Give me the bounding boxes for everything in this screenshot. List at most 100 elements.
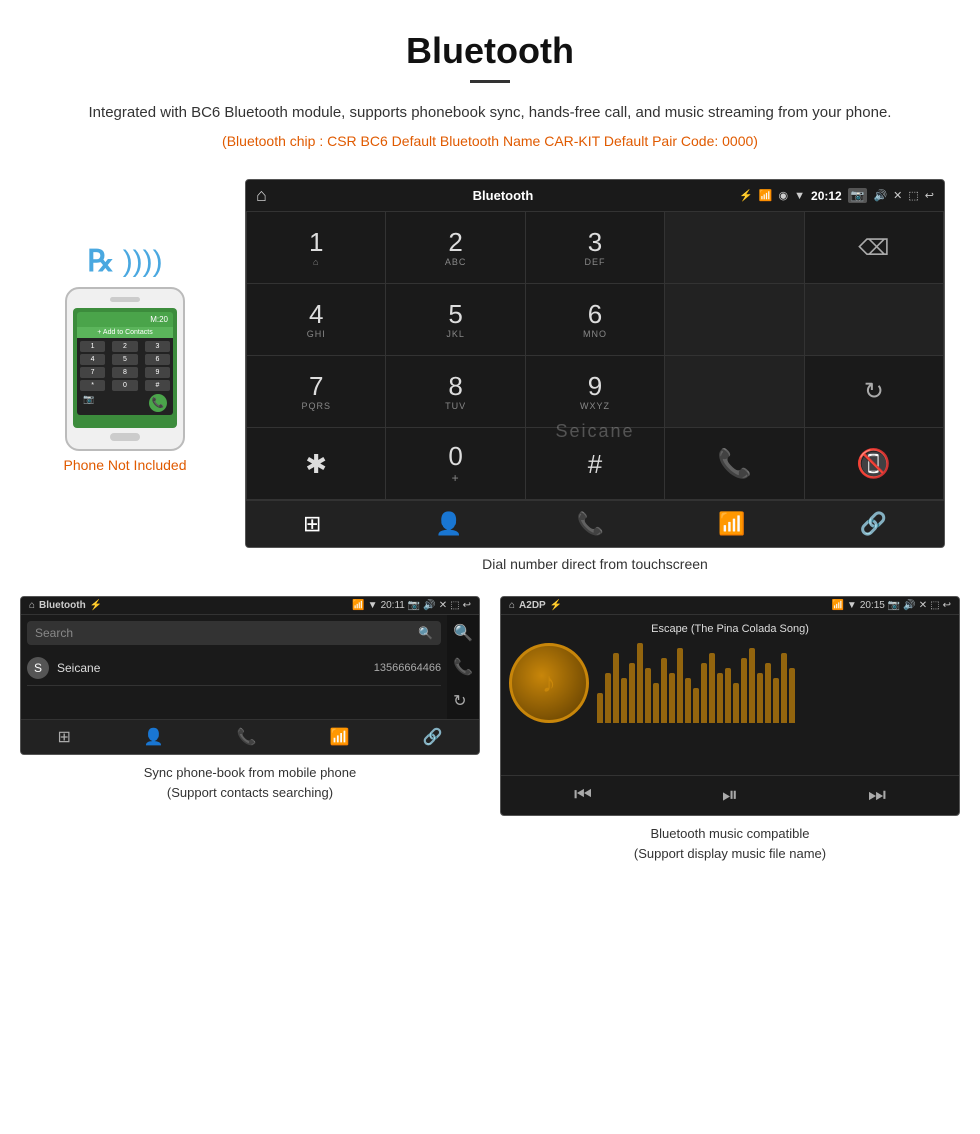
dial-key-7[interactable]: 7 PQRS <box>247 356 386 428</box>
dial-key-9[interactable]: 9 WXYZ <box>526 356 665 428</box>
phone-key-1: 1 <box>80 341 105 352</box>
left-phone-section: ℞ )))) M:20 + Add to Contacts 1 2 3 4 <box>20 179 230 473</box>
music-section: ⌂ A2DP ⚡ 📶 ▼ 20:15 📷 🔊 ✕ ⬚ ↩ Escape (The <box>500 596 960 863</box>
phone-key-hash: # <box>145 380 170 391</box>
phonebook-bottom-nav: ⊞ 👤 📞 📶 🔗 <box>21 719 479 754</box>
phone-key-4: 4 <box>80 354 105 365</box>
phone-key-6: 6 <box>145 354 170 365</box>
dial-key-3[interactable]: 3 DEF <box>526 212 665 284</box>
dial-key-star[interactable]: ✱ <box>247 428 386 500</box>
dial-empty-2 <box>665 284 804 356</box>
page-title: Bluetooth <box>60 30 920 72</box>
contact-avatar: S <box>27 657 49 679</box>
pb-back-icon: ↩ <box>463 600 471 611</box>
phone-speaker <box>110 297 140 302</box>
nav-phone-icon[interactable]: 📞 <box>577 511 604 537</box>
phonebook-side-icons: 🔍 📞 ↻ <box>447 615 479 719</box>
play-pause-icon[interactable]: ⏯ <box>722 784 738 807</box>
dial-key-4[interactable]: 4 GHI <box>247 284 386 356</box>
contact-name: Seicane <box>57 661 374 675</box>
dial-hangup[interactable]: 📵 <box>805 428 944 500</box>
phonebook-section: ⌂ Bluetooth ⚡ 📶 ▼ 20:11 📷 🔊 ✕ ⬚ ↩ <box>20 596 480 863</box>
dial-key-hash[interactable]: # <box>526 428 665 500</box>
main-content: ℞ )))) M:20 + Add to Contacts 1 2 3 4 <box>0 179 980 586</box>
pb-nav-bt[interactable]: 📶 <box>330 727 350 747</box>
music-camera-icon: 📷 <box>888 600 900 611</box>
phone-key-star: * <box>80 380 105 391</box>
phone-mockup: M:20 + Add to Contacts 1 2 3 4 5 6 <box>65 287 185 451</box>
time-display: 20:12 <box>811 189 842 203</box>
music-wifi-icon: ▼ <box>847 600 857 611</box>
phone-key-9: 9 <box>145 367 170 378</box>
pb-side-search-icon[interactable]: 🔍 <box>453 623 473 643</box>
bottom-screenshots: ⌂ Bluetooth ⚡ 📶 ▼ 20:11 📷 🔊 ✕ ⬚ ↩ <box>0 596 980 863</box>
bt-waves: ℞ )))) <box>87 244 162 279</box>
phone-key-7: 7 <box>80 367 105 378</box>
dial-key-2[interactable]: 2 ABC <box>386 212 525 284</box>
pb-nav-link[interactable]: 🔗 <box>423 727 443 747</box>
dial-call[interactable]: 📞 <box>665 428 804 500</box>
bt-status-icon: 📶 <box>759 189 773 202</box>
dial-key-5[interactable]: 5 JKL <box>386 284 525 356</box>
pb-side-refresh-icon[interactable]: ↻ <box>453 691 473 711</box>
music-bt-icon: 📶 <box>831 600 843 611</box>
dial-caption: Dial number direct from touchscreen <box>482 556 708 572</box>
nav-link-icon[interactable]: 🔗 <box>860 511 887 537</box>
equalizer-visual <box>597 643 951 723</box>
usb-icon: ⚡ <box>739 189 753 202</box>
screen-title: Bluetooth <box>473 188 534 203</box>
contact-number: 13566664466 <box>374 662 441 674</box>
music-close-icon: ✕ <box>919 600 927 611</box>
dial-key-6[interactable]: 6 MNO <box>526 284 665 356</box>
main-screen: ⌂ Bluetooth ⚡ 📶 ◉ ▼ 20:12 📷 🔊 ✕ ⬚ ↩ <box>245 179 945 548</box>
pb-screen-title: Bluetooth <box>39 600 86 611</box>
phonebook-status-bar: ⌂ Bluetooth ⚡ 📶 ▼ 20:11 📷 🔊 ✕ ⬚ ↩ <box>21 597 479 615</box>
music-full-icon: ⬚ <box>930 600 939 611</box>
dial-refresh[interactable]: ↻ <box>805 356 944 428</box>
phonebook-screen: ⌂ Bluetooth ⚡ 📶 ▼ 20:11 📷 🔊 ✕ ⬚ ↩ <box>20 596 480 755</box>
contact-row[interactable]: S Seicane 13566664466 <box>27 651 441 686</box>
music-home-icon: ⌂ <box>509 600 515 611</box>
location-icon: ◉ <box>779 189 789 202</box>
music-caption: Bluetooth music compatible (Support disp… <box>634 824 826 863</box>
page-header: Bluetooth Integrated with BC6 Bluetooth … <box>0 0 980 179</box>
pb-side-phone-icon[interactable]: 📞 <box>453 657 473 677</box>
dial-key-1[interactable]: 1 ⌂ <box>247 212 386 284</box>
pb-nav-phone[interactable]: 📞 <box>237 727 257 747</box>
search-bar[interactable]: Search 🔍 <box>27 621 441 645</box>
page-description: Integrated with BC6 Bluetooth module, su… <box>60 101 920 125</box>
close-icon: ✕ <box>893 189 902 202</box>
nav-person-icon[interactable]: 👤 <box>435 511 462 537</box>
phone-home-button <box>110 433 140 441</box>
prev-icon[interactable]: ⏮ <box>574 784 592 807</box>
nav-grid-icon[interactable]: ⊞ <box>303 511 321 537</box>
dial-key-8[interactable]: 8 TUV <box>386 356 525 428</box>
music-back-icon: ↩ <box>943 600 951 611</box>
title-divider <box>470 80 510 83</box>
music-controls: ⏮ ⏯ ⏭ <box>501 775 959 815</box>
pb-close-icon: ✕ <box>439 600 447 611</box>
phone-screen-top: M:20 <box>77 312 173 327</box>
phonebook-content-row: Search 🔍 S Seicane 13566664466 🔍 📞 ↻ <box>21 615 479 719</box>
phonebook-main: Search 🔍 S Seicane 13566664466 <box>21 615 447 719</box>
next-icon[interactable]: ⏭ <box>868 784 886 807</box>
pb-nav-person[interactable]: 👤 <box>144 727 164 747</box>
pb-nav-grid[interactable]: ⊞ <box>57 727 70 747</box>
phone-key-3: 3 <box>145 341 170 352</box>
status-right-icons: ⚡ 📶 ◉ ▼ 20:12 📷 🔊 ✕ ⬚ ↩ <box>739 188 934 203</box>
camera-status-icon: 📷 <box>848 188 868 203</box>
music-usb-icon: ⚡ <box>550 600 562 611</box>
music-content: Escape (The Pina Colada Song) ♪ <box>501 615 959 775</box>
dialpad-container: 1 ⌂ 2 ABC 3 DEF ⌫ <box>246 212 944 500</box>
phonebook-caption: Sync phone-book from mobile phone (Suppo… <box>144 763 356 802</box>
pb-bt-icon: 📶 <box>352 600 364 611</box>
nav-bt-icon[interactable]: 📶 <box>718 511 745 537</box>
dial-key-0[interactable]: 0 + <box>386 428 525 500</box>
music-status-bar: ⌂ A2DP ⚡ 📶 ▼ 20:15 📷 🔊 ✕ ⬚ ↩ <box>501 597 959 615</box>
music-main-area: ♪ <box>509 643 951 723</box>
music-vol-icon: 🔊 <box>903 600 915 611</box>
dial-backspace[interactable]: ⌫ <box>805 212 944 284</box>
pb-wifi-icon: ▼ <box>368 600 378 611</box>
main-bottom-nav: ⊞ 👤 📞 📶 🔗 <box>246 500 944 547</box>
bt-waves-icon: )))) <box>123 245 163 278</box>
